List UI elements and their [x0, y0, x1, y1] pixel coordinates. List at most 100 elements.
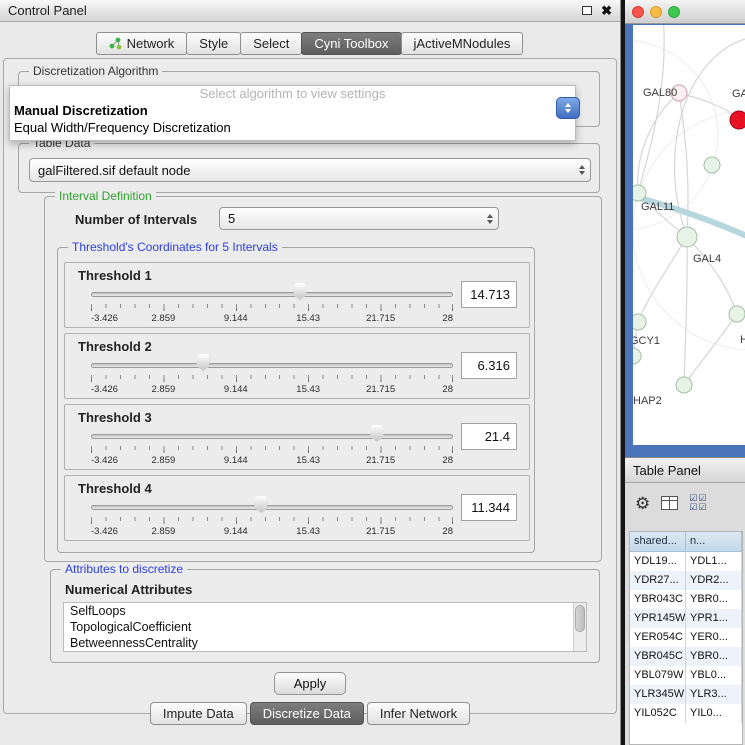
tab-impute-data[interactable]: Impute Data — [150, 702, 247, 725]
tab-jactivemnodules[interactable]: jActiveMNodules — [401, 32, 524, 55]
table-row[interactable]: YBL079W YBL0... — [630, 666, 742, 685]
algorithm-placeholder-option[interactable]: Select algorithm to view settings — [10, 86, 575, 102]
threshold-1-slider-thumb[interactable] — [293, 283, 306, 300]
scale-label: 15.43 — [296, 526, 320, 537]
list-item[interactable]: SelfLoops — [64, 603, 586, 619]
threshold-2-value-field[interactable]: 6.316 — [461, 352, 517, 379]
threshold-2-slider-thumb[interactable] — [197, 354, 210, 371]
tab-select[interactable]: Select — [240, 32, 302, 55]
threshold-1-panel: Threshold 1 -3.426 2.859 9.144 15.43 21.… — [64, 262, 530, 328]
close-traffic-light[interactable] — [632, 6, 644, 18]
list-item[interactable]: TopologicalCoefficient — [64, 619, 586, 635]
scale-label: -3.426 — [91, 526, 118, 537]
column-checkboxes-icon[interactable]: ☑☑ ☑☑ — [689, 494, 707, 512]
threshold-4-slider-track[interactable] — [91, 505, 453, 510]
algorithm-option-manual[interactable]: Manual Discretization — [10, 102, 575, 119]
node[interactable] — [633, 348, 641, 364]
node-hap2[interactable] — [676, 377, 692, 393]
scale-label: 9.144 — [224, 526, 248, 537]
cell: YBL0... — [686, 666, 742, 685]
table-data-combobox[interactable]: galFiltered.sif default node — [29, 158, 591, 182]
table-row[interactable]: YBR043C YBR0... — [630, 590, 742, 609]
threshold-1-slider: -3.426 2.859 9.144 15.43 21.715 28 — [91, 263, 453, 329]
threshold-1-slider-track[interactable] — [91, 292, 453, 297]
tab-style[interactable]: Style — [186, 32, 241, 55]
threshold-2-slider-track[interactable] — [91, 363, 453, 368]
threshold-3-slider-track[interactable] — [91, 434, 453, 439]
table-panel-header: Table Panel — [625, 457, 745, 483]
cell: YDR27... — [630, 571, 686, 590]
table-row[interactable]: YDL19... YDL1... — [630, 552, 742, 571]
node-label-partial: H — [740, 334, 745, 346]
slider-minor-ticks — [91, 446, 453, 450]
node[interactable] — [704, 157, 720, 173]
network-canvas[interactable]: GAL80 GA GAL11 GAL4 GCY1 HAP2 H — [633, 25, 745, 445]
discretization-algorithm-group-title: Discretization Algorithm — [29, 64, 162, 78]
apply-button[interactable]: Apply — [274, 672, 346, 695]
close-icon[interactable]: ✖ — [601, 4, 612, 17]
node[interactable] — [729, 306, 745, 322]
scale-label: 2.859 — [152, 384, 176, 395]
numerical-attributes-label: Numerical Attributes — [65, 582, 192, 597]
tab-cyni-toolbox[interactable]: Cyni Toolbox — [301, 32, 401, 55]
scale-label: 21.715 — [366, 313, 395, 324]
gear-icon[interactable]: ⚙ — [635, 495, 650, 512]
scale-label: -3.426 — [91, 313, 118, 324]
threshold-3-value-field[interactable]: 21.4 — [461, 423, 517, 450]
zoom-traffic-light[interactable] — [668, 6, 680, 18]
algorithm-option-equal-width[interactable]: Equal Width/Frequency Discretization — [10, 119, 575, 136]
node-gal11[interactable] — [633, 185, 646, 201]
table-data-selected-value: galFiltered.sif default node — [30, 163, 574, 178]
tab-jactivemnodules-label: jActiveMNodules — [414, 36, 511, 51]
scale-label: 21.715 — [366, 526, 395, 537]
scrollbar-thumb[interactable] — [575, 605, 585, 632]
network-edge — [687, 237, 737, 314]
column-header-name[interactable]: n... — [686, 532, 742, 552]
scale-label: 2.859 — [152, 455, 176, 466]
node-red-selected[interactable] — [730, 111, 745, 129]
threshold-4-value-field[interactable]: 11.344 — [461, 494, 517, 521]
attributes-list-scrollbar[interactable] — [573, 603, 586, 651]
scale-label: -3.426 — [91, 384, 118, 395]
columns-icon[interactable] — [661, 496, 678, 510]
threshold-3-panel: Threshold 3 -3.426 2.859 9.144 15.43 21.… — [64, 404, 530, 470]
scale-label: 28 — [442, 526, 453, 537]
combo-down-arrow-icon — [565, 109, 571, 113]
tab-discretize-data[interactable]: Discretize Data — [250, 702, 364, 725]
column-header-shared-name[interactable]: shared... — [630, 532, 686, 552]
algorithm-combobox-button[interactable] — [556, 97, 580, 119]
table-row[interactable]: YDR27... YDR2... — [630, 571, 742, 590]
node-gal4[interactable] — [677, 227, 697, 247]
minimize-traffic-light[interactable] — [650, 6, 662, 18]
tab-infer-network[interactable]: Infer Network — [367, 702, 470, 725]
scale-label: 15.43 — [296, 384, 320, 395]
threshold-4-slider-thumb[interactable] — [255, 496, 268, 513]
table-row[interactable]: YPR145W YPR1... — [630, 609, 742, 628]
combo-up-arrow-icon — [565, 103, 571, 107]
tab-network[interactable]: Network — [96, 32, 188, 55]
node-gcy1[interactable] — [633, 314, 646, 330]
table-row[interactable]: YER054C YER0... — [630, 628, 742, 647]
table-panel: ⚙ ☑☑ ☑☑ shared... n... YDL19... YDL1... … — [625, 483, 745, 745]
node-label-partial: GA — [732, 88, 745, 100]
scale-label: 9.144 — [224, 384, 248, 395]
table-row[interactable]: YIL052C YIL0... — [630, 704, 742, 723]
thresholds-group-title: Threshold's Coordinates for 5 Intervals — [68, 240, 282, 254]
threshold-1-value-field[interactable]: 14.713 — [461, 281, 517, 308]
scale-label: 9.144 — [224, 313, 248, 324]
list-item[interactable]: BetweennessCentrality — [64, 635, 586, 651]
table-row[interactable]: YBR045C YBR0... — [630, 647, 742, 666]
table-toolbar: ⚙ ☑☑ ☑☑ — [625, 483, 745, 523]
tab-network-label: Network — [127, 36, 175, 51]
slider-minor-ticks — [91, 517, 453, 521]
cell: YDL1... — [686, 552, 742, 571]
float-window-icon[interactable] — [582, 6, 592, 15]
node-label-hap2: HAP2 — [633, 395, 662, 407]
network-icon — [109, 37, 122, 50]
threshold-3-slider-thumb[interactable] — [370, 425, 383, 442]
table-row[interactable]: YLR345W YLR3... — [630, 685, 742, 704]
node-label-gal4: GAL4 — [693, 253, 721, 265]
number-of-intervals-combobox[interactable]: 5 — [219, 207, 499, 230]
tab-style-label: Style — [199, 36, 228, 51]
cell: YBL079W — [630, 666, 686, 685]
